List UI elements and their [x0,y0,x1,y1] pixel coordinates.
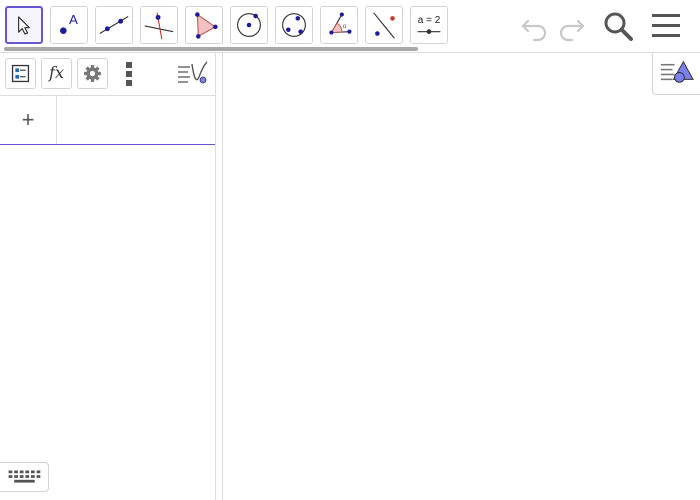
point-label: A [69,12,78,27]
toolbar: A α a = 2 [0,0,700,53]
line-tool-button[interactable] [95,6,133,44]
algebra-input-field[interactable] [57,96,215,144]
point-tool-button[interactable]: A [50,6,88,44]
undo-icon [521,19,547,42]
angle-icon: α [329,12,352,35]
arrow-cursor-icon [18,16,30,35]
menu-icon [652,14,680,37]
add-button[interactable]: + [0,96,57,144]
gear-icon [84,65,101,82]
settings-button[interactable] [77,58,108,89]
svg-text:α: α [343,23,347,30]
algebra-view-icon [11,64,30,83]
algebra-view-toggle-button[interactable] [176,60,210,88]
algebra-view-toggle-icon [178,61,208,84]
graphics-view[interactable] [223,53,700,500]
keyboard-icon [8,470,41,483]
angle-tool-button[interactable]: α [320,6,358,44]
circle-three-points-tool-button[interactable] [275,6,313,44]
reflect-about-line-icon [373,12,395,39]
line-icon [99,15,129,35]
polygon-icon [195,12,218,39]
slider-icon [417,29,441,34]
more-options-button[interactable] [125,61,133,87]
algebra-header: fx [0,53,215,96]
graphics-style-bar-button[interactable] [652,53,700,95]
toolbar-scrollbar[interactable] [4,47,418,51]
perpendicular-line-tool-button[interactable] [140,6,178,44]
search-button[interactable] [602,10,634,42]
redo-icon [559,19,585,42]
main-menu-button[interactable] [650,10,682,42]
redo-button[interactable] [556,10,588,42]
keyboard-button[interactable] [0,462,49,492]
fx-button[interactable]: fx [41,58,72,89]
circle-three-points-icon [282,13,306,37]
fx-icon: fx [49,63,64,82]
graphics-style-icon [660,60,694,83]
algebra-panel: fx + [0,53,216,500]
circle-center-icon [237,13,261,37]
polygon-tool-button[interactable] [185,6,223,44]
circle-center-point-tool-button[interactable] [230,6,268,44]
move-tool-button[interactable] [5,6,43,44]
algebra-view-button[interactable] [5,58,36,89]
more-vert-icon [126,62,132,86]
panel-divider[interactable] [216,53,223,500]
undo-button[interactable] [518,10,550,42]
perpendicular-line-icon [144,12,174,40]
algebra-input-row: + [0,96,215,145]
slider-tool-button[interactable]: a = 2 [410,6,448,44]
reflect-tool-button[interactable] [365,6,403,44]
search-icon [604,12,633,41]
point-icon: A [60,12,78,34]
